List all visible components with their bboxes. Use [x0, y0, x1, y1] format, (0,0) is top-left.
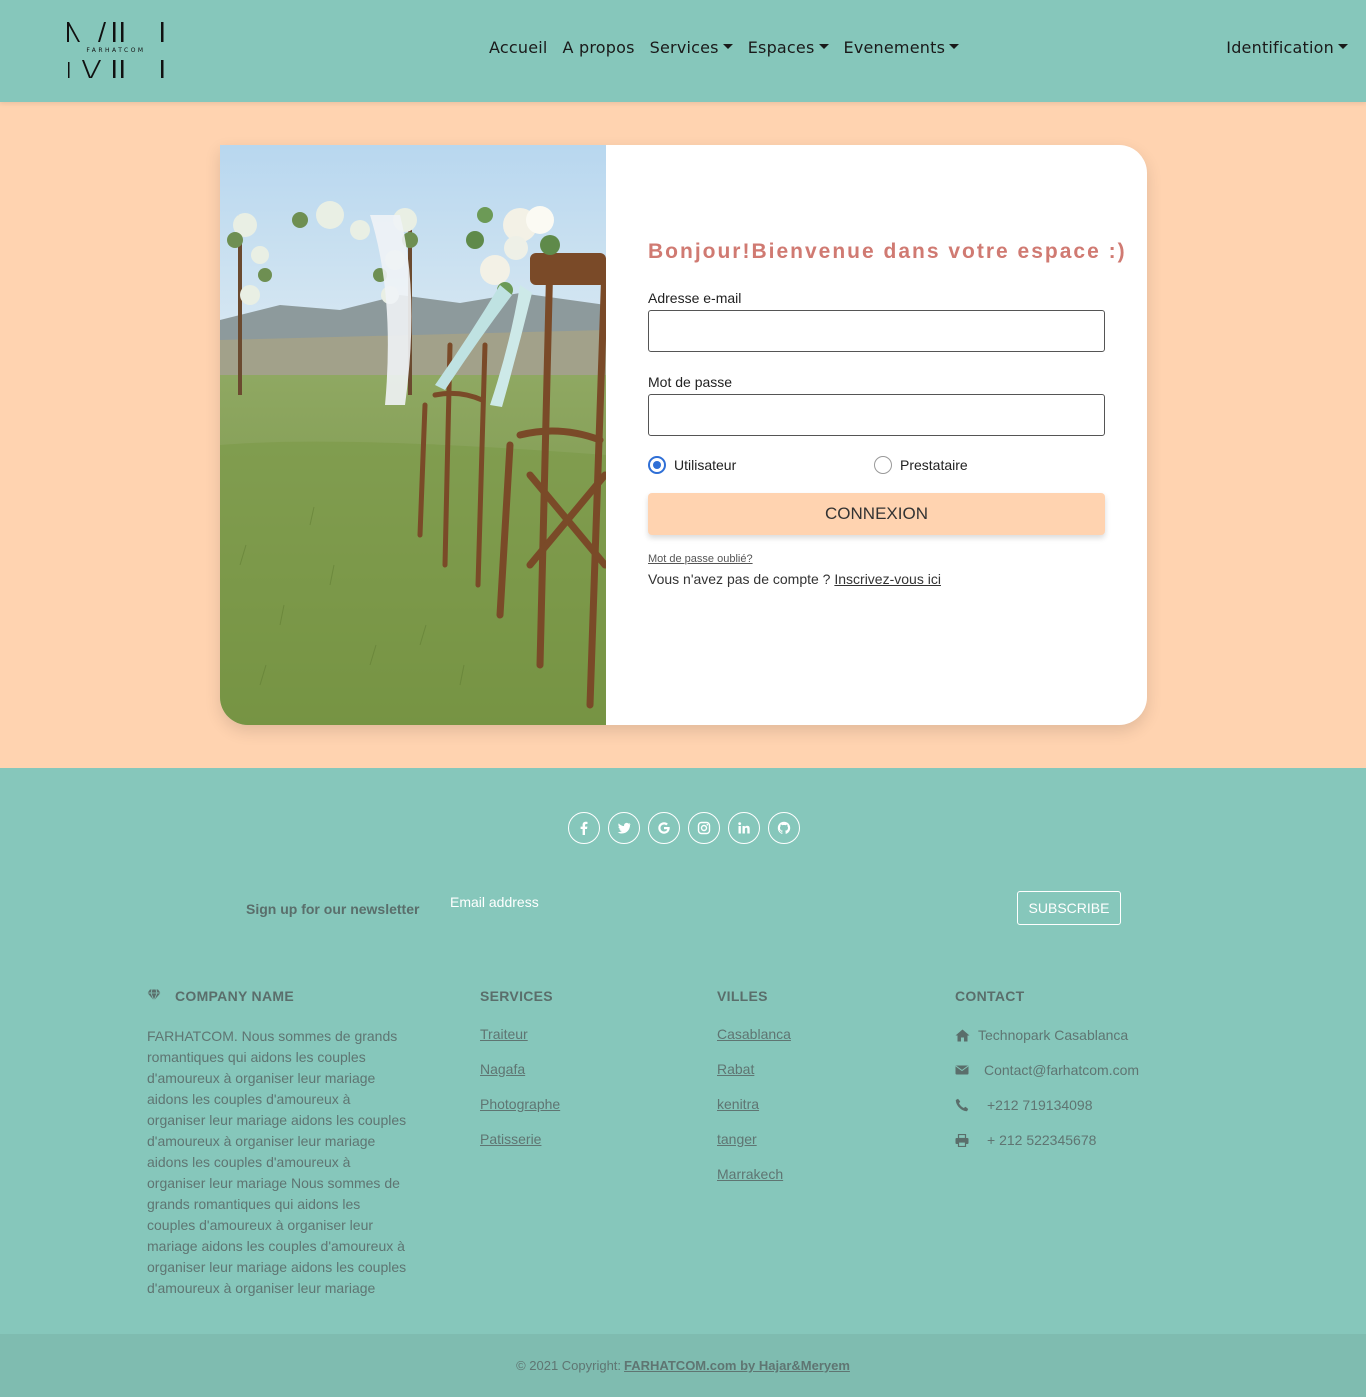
twitter-icon[interactable]: [608, 812, 640, 844]
forgot-password-link[interactable]: Mot de passe oublié?: [648, 553, 1105, 565]
footer-link-traiteur[interactable]: Traiteur: [480, 1026, 560, 1044]
logo-text: FARHATCOM: [86, 47, 145, 54]
email-label: Adresse e-mail: [648, 290, 742, 306]
phone-icon: [955, 1098, 971, 1112]
nav-a-propos[interactable]: A propos: [563, 38, 635, 57]
email-field[interactable]: [648, 310, 1105, 352]
footer-link-casablanca[interactable]: Casablanca: [717, 1026, 791, 1044]
role-utilisateur-option[interactable]: Utilisateur: [648, 456, 874, 474]
footer-link-tanger[interactable]: tanger: [717, 1131, 791, 1149]
copyright-text: © 2021 Copyright:: [516, 1358, 622, 1373]
footer-link-kenitra[interactable]: kenitra: [717, 1096, 791, 1114]
contact-address: Technopark Casablanca: [955, 1026, 1139, 1044]
role-prestataire-label: Prestataire: [900, 457, 968, 473]
copyright-link[interactable]: FARHATCOM.com by Hajar&Meryem: [624, 1358, 850, 1373]
nav-espaces-dropdown[interactable]: Espaces: [748, 38, 829, 57]
facebook-icon[interactable]: [568, 812, 600, 844]
gem-icon: [147, 988, 161, 1004]
nav-evenements-dropdown[interactable]: Evenements: [844, 38, 960, 57]
newsletter-email-input[interactable]: [440, 890, 1000, 914]
github-icon[interactable]: [768, 812, 800, 844]
company-description: FARHATCOM. Nous sommes de grands romanti…: [147, 1028, 407, 1296]
signup-line: Vous n'avez pas de compte ? Inscrivez-vo…: [648, 571, 1105, 587]
login-card: Bonjour!Bienvenue dans votre espace :) A…: [220, 145, 1147, 725]
google-icon[interactable]: [648, 812, 680, 844]
linkedin-icon[interactable]: [728, 812, 760, 844]
nav-services-dropdown[interactable]: Services: [650, 38, 733, 57]
password-field[interactable]: [648, 394, 1105, 436]
role-selector: Utilisateur Prestataire: [648, 456, 1105, 474]
nav-accueil[interactable]: Accueil: [489, 38, 548, 57]
role-utilisateur-label: Utilisateur: [674, 457, 737, 473]
services-title: SERVICES: [480, 988, 553, 1004]
contact-email: Contact@farhatcom.com: [955, 1061, 1139, 1079]
role-prestataire-option[interactable]: Prestataire: [874, 456, 968, 474]
social-links: [568, 812, 800, 844]
navbar: FARHATCOM Accueil A propos Services Espa…: [0, 0, 1366, 102]
villes-column: VILLES Casablanca Rabat kenitra tanger M…: [717, 988, 791, 1201]
footer-link-rabat[interactable]: Rabat: [717, 1061, 791, 1079]
footer-link-photographe[interactable]: Photographe: [480, 1096, 560, 1114]
copyright-bar: © 2021 Copyright: FARHATCOM.com by Hajar…: [0, 1334, 1366, 1397]
brand-logo[interactable]: FARHATCOM: [64, 20, 168, 82]
company-column: COMPANY NAME FARHATCOM. Nous sommes de g…: [147, 988, 409, 1299]
printer-icon: [955, 1133, 971, 1147]
instagram-icon[interactable]: [688, 812, 720, 844]
wedding-chairs-photo: [220, 145, 609, 725]
envelope-icon: [955, 1065, 971, 1075]
radio-utilisateur[interactable]: [648, 456, 666, 474]
footer-link-nagafa[interactable]: Nagafa: [480, 1061, 560, 1079]
contact-title: CONTACT: [955, 988, 1025, 1004]
contact-fax: + 212 522345678: [955, 1131, 1139, 1149]
chevron-down-icon: [949, 43, 960, 49]
main-nav: Accueil A propos Services Espaces Evenem…: [489, 38, 960, 57]
home-icon: [955, 1029, 971, 1042]
footer-link-patisserie[interactable]: Patisserie: [480, 1131, 560, 1149]
footer-link-marrakech[interactable]: Marrakech: [717, 1166, 791, 1184]
company-title: COMPANY NAME: [147, 988, 409, 1004]
chevron-down-icon: [1338, 43, 1348, 49]
signup-prompt: Vous n'avez pas de compte ?: [648, 571, 831, 587]
chevron-down-icon: [818, 43, 829, 49]
signup-link[interactable]: Inscrivez-vous ici: [834, 571, 941, 587]
chevron-down-icon: [722, 43, 733, 49]
contact-column: CONTACT Technopark Casablanca Contact@fa…: [955, 988, 1139, 1166]
services-column: SERVICES Traiteur Nagafa Photographe Pat…: [480, 988, 560, 1166]
subscribe-button[interactable]: SUBSCRIBE: [1017, 891, 1121, 925]
welcome-heading: Bonjour!Bienvenue dans votre espace :): [648, 240, 1127, 263]
footer: Sign up for our newsletter SUBSCRIBE COM…: [0, 768, 1366, 1334]
contact-phone: +212 719134098: [955, 1096, 1139, 1114]
login-form: Bonjour!Bienvenue dans votre espace :) A…: [648, 240, 1127, 587]
nav-identification-dropdown[interactable]: Identification: [1226, 38, 1348, 57]
radio-prestataire[interactable]: [874, 456, 892, 474]
password-label: Mot de passe: [648, 374, 733, 390]
villes-title: VILLES: [717, 988, 768, 1004]
connexion-button[interactable]: CONNEXION: [648, 493, 1105, 535]
newsletter-label: Sign up for our newsletter: [246, 901, 420, 917]
